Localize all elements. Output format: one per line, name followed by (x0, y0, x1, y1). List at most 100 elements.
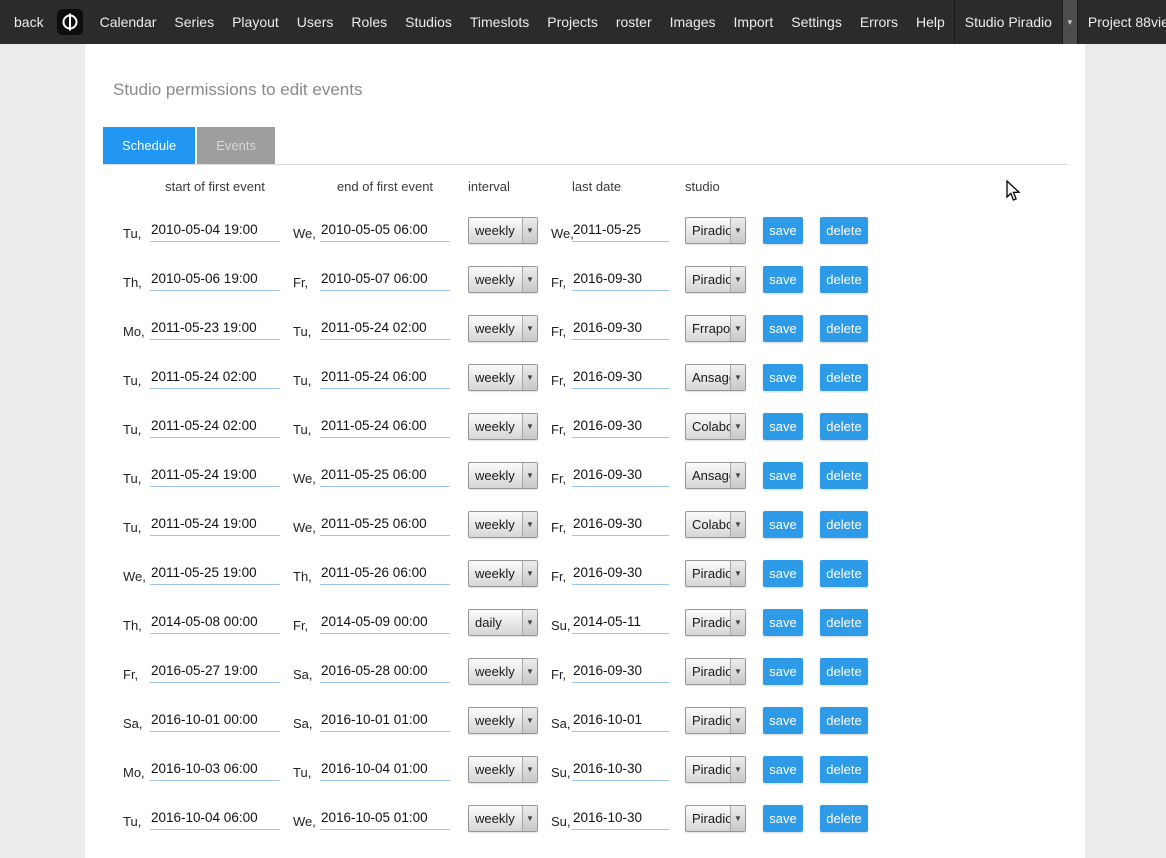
studio-select[interactable]: Piradio ▼ (685, 756, 746, 783)
last-date-input[interactable] (572, 611, 669, 634)
start-of-first-event-input[interactable] (150, 709, 280, 732)
end-of-first-event-input[interactable] (320, 415, 450, 438)
end-of-first-event-input[interactable] (320, 366, 450, 389)
studio-select[interactable]: Colabo ▼ (685, 413, 746, 440)
interval-select[interactable]: daily ▼ (468, 609, 538, 636)
studio-select[interactable]: Piradio ▼ (685, 560, 746, 587)
delete-button[interactable]: delete (820, 217, 868, 244)
save-button[interactable]: save (763, 511, 803, 538)
save-button[interactable]: save (763, 413, 803, 440)
nav-item-roster[interactable]: roster (607, 0, 661, 44)
studio-select[interactable]: Ansage ▼ (685, 462, 746, 489)
piradio-logo-icon[interactable] (57, 9, 83, 35)
studio-select[interactable]: Frrapo ▼ (685, 315, 746, 342)
delete-button[interactable]: delete (820, 315, 868, 342)
start-of-first-event-input[interactable] (150, 219, 280, 242)
start-of-first-event-input[interactable] (150, 317, 280, 340)
start-of-first-event-input[interactable] (150, 562, 280, 585)
studio-select[interactable]: Piradio ▼ (685, 609, 746, 636)
last-date-input[interactable] (572, 513, 669, 536)
project-selector[interactable]: Project 88vier ▾ (1077, 0, 1166, 44)
last-date-input[interactable] (572, 709, 669, 732)
delete-button[interactable]: delete (820, 707, 868, 734)
nav-item-errors[interactable]: Errors (851, 0, 907, 44)
start-of-first-event-input[interactable] (150, 660, 280, 683)
save-button[interactable]: save (763, 560, 803, 587)
end-of-first-event-input[interactable] (320, 660, 450, 683)
delete-button[interactable]: delete (820, 658, 868, 685)
save-button[interactable]: save (763, 658, 803, 685)
end-of-first-event-input[interactable] (320, 807, 450, 830)
delete-button[interactable]: delete (820, 511, 868, 538)
save-button[interactable]: save (763, 805, 803, 832)
end-of-first-event-input[interactable] (320, 317, 450, 340)
studio-select[interactable]: Piradio ▼ (685, 217, 746, 244)
nav-item-series[interactable]: Series (165, 0, 223, 44)
nav-item-images[interactable]: Images (661, 0, 725, 44)
interval-select[interactable]: weekly ▼ (468, 756, 538, 783)
nav-item-users[interactable]: Users (288, 0, 343, 44)
delete-button[interactable]: delete (820, 805, 868, 832)
interval-select[interactable]: weekly ▼ (468, 707, 538, 734)
nav-item-timeslots[interactable]: Timeslots (461, 0, 538, 44)
start-of-first-event-input[interactable] (150, 415, 280, 438)
delete-button[interactable]: delete (820, 413, 868, 440)
save-button[interactable]: save (763, 364, 803, 391)
nav-item-import[interactable]: Import (725, 0, 783, 44)
end-of-first-event-input[interactable] (320, 709, 450, 732)
save-button[interactable]: save (763, 217, 803, 244)
last-date-input[interactable] (572, 807, 669, 830)
delete-button[interactable]: delete (820, 266, 868, 293)
delete-button[interactable]: delete (820, 756, 868, 783)
start-of-first-event-input[interactable] (150, 268, 280, 291)
end-of-first-event-input[interactable] (320, 268, 450, 291)
nav-item-playout[interactable]: Playout (223, 0, 288, 44)
last-date-input[interactable] (572, 562, 669, 585)
nav-item-roles[interactable]: Roles (342, 0, 396, 44)
save-button[interactable]: save (763, 266, 803, 293)
interval-select[interactable]: weekly ▼ (468, 413, 538, 440)
start-of-first-event-input[interactable] (150, 758, 280, 781)
interval-select[interactable]: weekly ▼ (468, 217, 538, 244)
last-date-input[interactable] (572, 268, 669, 291)
save-button[interactable]: save (763, 462, 803, 489)
start-of-first-event-input[interactable] (150, 366, 280, 389)
last-date-input[interactable] (572, 758, 669, 781)
interval-select[interactable]: weekly ▼ (468, 266, 538, 293)
end-of-first-event-input[interactable] (320, 513, 450, 536)
last-date-input[interactable] (572, 415, 669, 438)
start-of-first-event-input[interactable] (150, 611, 280, 634)
delete-button[interactable]: delete (820, 560, 868, 587)
last-date-input[interactable] (572, 219, 669, 242)
nav-item-help[interactable]: Help (907, 0, 954, 44)
tab-events[interactable]: Events (197, 127, 275, 164)
studio-select[interactable]: Ansage ▼ (685, 364, 746, 391)
last-date-input[interactable] (572, 366, 669, 389)
last-date-input[interactable] (572, 317, 669, 340)
back-link[interactable]: back (0, 0, 55, 44)
end-of-first-event-input[interactable] (320, 562, 450, 585)
interval-select[interactable]: weekly ▼ (468, 315, 538, 342)
studio-select[interactable]: Piradio ▼ (685, 658, 746, 685)
end-of-first-event-input[interactable] (320, 758, 450, 781)
delete-button[interactable]: delete (820, 462, 868, 489)
delete-button[interactable]: delete (820, 364, 868, 391)
studio-select[interactable]: Piradio ▼ (685, 266, 746, 293)
interval-select[interactable]: weekly ▼ (468, 658, 538, 685)
tab-schedule[interactable]: Schedule (103, 127, 195, 164)
delete-button[interactable]: delete (820, 609, 868, 636)
interval-select[interactable]: weekly ▼ (468, 560, 538, 587)
interval-select[interactable]: weekly ▼ (468, 511, 538, 538)
interval-select[interactable]: weekly ▼ (468, 805, 538, 832)
start-of-first-event-input[interactable] (150, 513, 280, 536)
last-date-input[interactable] (572, 660, 669, 683)
nav-item-studios[interactable]: Studios (396, 0, 461, 44)
interval-select[interactable]: weekly ▼ (468, 462, 538, 489)
studio-select[interactable]: Piradio ▼ (685, 805, 746, 832)
save-button[interactable]: save (763, 756, 803, 783)
studio-select[interactable]: Piradio ▼ (685, 707, 746, 734)
studio-selector[interactable]: Studio Piradio ▾ (954, 0, 1077, 44)
save-button[interactable]: save (763, 315, 803, 342)
end-of-first-event-input[interactable] (320, 464, 450, 487)
save-button[interactable]: save (763, 707, 803, 734)
